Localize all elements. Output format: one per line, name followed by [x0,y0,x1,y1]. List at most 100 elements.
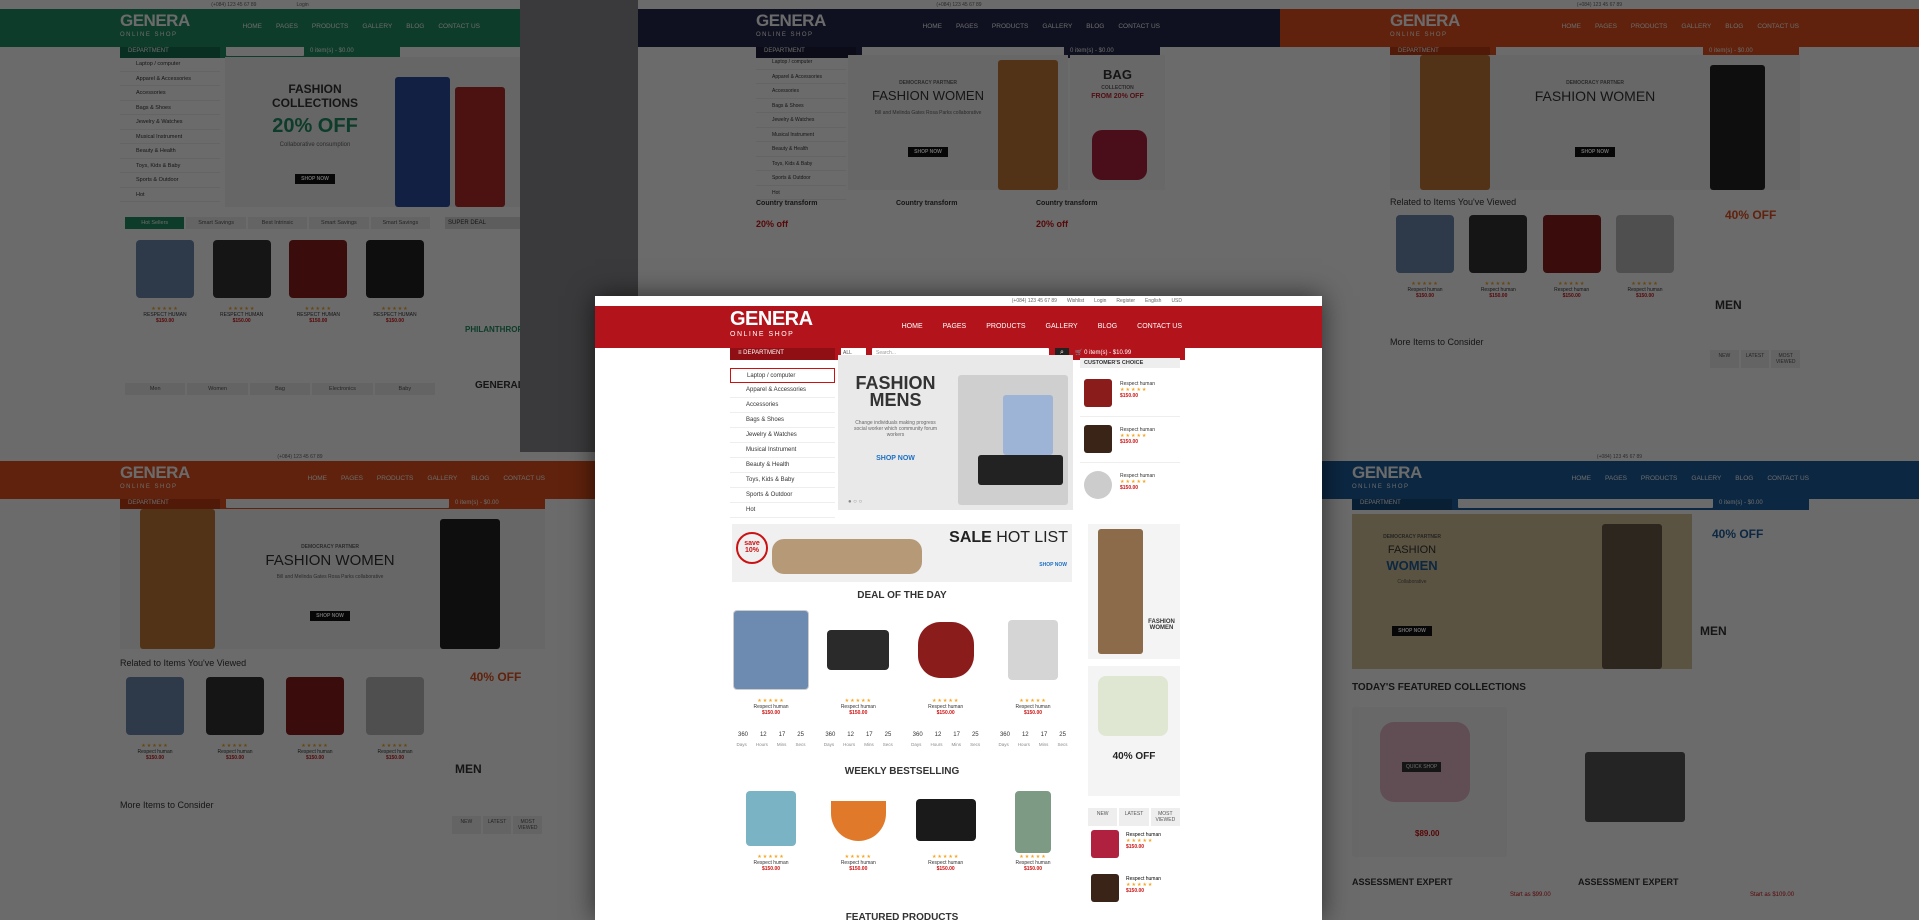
product-card[interactable]: ★★★★★ Respect human $150.00 [1463,215,1533,299]
nav-products[interactable]: PRODUCTS [986,323,1025,330]
nav-contact[interactable]: CONTACT US [1757,23,1799,30]
product-card[interactable]: ★★★★★ RESPECT HUMAN $150.00 [283,240,353,324]
cat-tab[interactable]: Baby [374,383,436,395]
cart-summary[interactable]: 0 item(s) - $0.00 [1070,48,1160,54]
logo[interactable]: GENERA ONLINE SHOP [120,12,190,42]
tab[interactable]: NEW [452,816,481,834]
product-card[interactable]: ★★★★★ Respect human $150.00 [200,677,270,761]
nav-pages[interactable]: PAGES [943,323,967,330]
category-item[interactable]: Bags & Shoes [120,101,220,115]
cart-summary[interactable]: 0 item(s) - $0.00 [455,500,545,506]
product-card[interactable]: ★★★★★ RESPECT HUMAN $150.00 [130,240,200,324]
nav-pages[interactable]: PAGES [956,23,978,30]
category-item[interactable]: Toys, Kids & Baby [756,157,846,171]
nav-blog[interactable]: BLOG [1725,23,1743,30]
category-item[interactable]: Apparel & Accessories [756,70,846,84]
nav-pages[interactable]: PAGES [1595,23,1617,30]
banner-shop-button[interactable]: SHOP NOW [1510,140,1680,158]
hero-banner[interactable]: DEMOCRACY PARTNER FASHION WOMEN Collabor… [1352,514,1692,669]
category-item[interactable]: Bags & Shoes [756,99,846,113]
register-link[interactable]: Register [1116,298,1135,304]
nav-pages[interactable]: PAGES [1605,475,1627,482]
cart-summary[interactable]: 0 item(s) - $0.00 [1719,500,1809,506]
deal-card[interactable]: ★★★★★ Respect human $150.00 [819,610,897,716]
category-item[interactable]: Jewelry & Watches [730,428,835,443]
logo[interactable]: GENERA ONLINE SHOP [1390,12,1460,42]
product-card[interactable]: ★★★★★ RESPECT HUMAN $150.00 [360,240,430,324]
nav-products[interactable]: PRODUCTS [1641,475,1677,482]
logo[interactable]: GENERA ONLINE SHOP [730,309,813,343]
banner-shop-button[interactable]: SHOP NOW [255,167,375,185]
banner-shop-link[interactable]: SHOP NOW [848,455,943,462]
product-card[interactable]: ★★★★★ Respect human $150.00 [120,677,190,761]
category-item[interactable]: Hot [730,503,835,518]
tab[interactable]: Smart Savings [309,217,369,229]
side-product[interactable]: Respect human ★★★★★ $150.00 [1088,824,1180,868]
product-card[interactable]: ★★★★★ RESPECT HUMAN $150.00 [207,240,277,324]
deal-card[interactable]: ★★★★★ Respect human $150.00 [907,610,985,716]
category-item[interactable]: Hot [120,188,220,202]
category-item[interactable]: Beauty & Health [730,458,835,473]
search-input[interactable] [1458,498,1713,508]
nav-pages[interactable]: PAGES [341,475,363,482]
cart-summary[interactable]: 0 item(s) - $0.00 [1709,48,1799,54]
category-item[interactable]: Apparel & Accessories [730,383,835,398]
product-card[interactable]: ★★★★★ Respect human $150.00 [280,677,350,761]
nav-contact[interactable]: CONTACT US [1137,323,1182,330]
sale-shop-link[interactable]: SHOP NOW [982,562,1067,568]
weekly-card[interactable]: ★★★★★ Respect human $150.00 [907,791,985,872]
logo[interactable]: GENERA ONLINE SHOP [120,464,190,494]
category-item[interactable]: Toys, Kids & Baby [730,473,835,488]
cart-summary[interactable]: 🛒 0 item(s) - $10.99 [1075,349,1185,356]
nav-home[interactable]: HOME [1572,475,1592,482]
nav-gallery[interactable]: GALLERY [427,475,457,482]
product-card[interactable]: ★★★★★ Respect human $150.00 [360,677,430,761]
category-item[interactable]: Toys, Kids & Baby [120,159,220,173]
nav-blog[interactable]: BLOG [471,475,489,482]
wishlist-link[interactable]: Wishlist [1067,298,1084,304]
cat-tab[interactable]: Men [125,383,186,395]
login-link[interactable]: Login [1094,298,1106,304]
category-item[interactable]: Sports & Outdoor [730,488,835,503]
nav-gallery[interactable]: GALLERY [1691,475,1721,482]
hero-banner[interactable]: DEMOCRACY PARTNER FASHION WOMEN Bill and… [120,509,545,649]
choice-item[interactable]: Respect human ★★★★★ $150.00 [1080,463,1180,509]
slider-dots[interactable]: ● ○ ○ [848,499,862,505]
hero-banner[interactable]: DEMOCRACY PARTNER FASHION WOMEN SHOP NOW [1390,55,1800,190]
cart-summary[interactable]: 0 item(s) - $0.00 [310,48,400,54]
deal-card[interactable]: ★★★★★ Respect human $150.00 [732,610,810,716]
category-item[interactable]: Beauty & Health [120,144,220,159]
sale-hot-list-banner[interactable]: save 10% SALE HOT LIST SHOP NOW [732,524,1072,582]
category-item[interactable]: Apparel & Accessories [120,72,220,86]
nav-products[interactable]: PRODUCTS [992,23,1028,30]
nav-blog[interactable]: BLOG [1098,323,1117,330]
nav-products[interactable]: PRODUCTS [377,475,413,482]
fashion-mens-banner[interactable]: FASHION MENS Change individuals making pr… [838,355,1073,510]
category-item[interactable]: Beauty & Health [756,142,846,157]
nav-gallery[interactable]: GALLERY [1681,23,1711,30]
currency-select[interactable]: USD [1171,298,1182,304]
category-item[interactable]: Accessories [756,84,846,99]
side-product[interactable]: Respect human ★★★★★ $150.00 [1088,868,1180,912]
nav-blog[interactable]: BLOG [1735,475,1753,482]
tab[interactable]: LATEST [1740,350,1770,368]
category-item[interactable]: Accessories [730,398,835,413]
fashion-women-side-banner[interactable]: FASHION WOMEN [1088,524,1180,659]
category-item[interactable]: Bags & Shoes [730,413,835,428]
nav-blog[interactable]: BLOG [406,23,424,30]
weekly-card[interactable]: ★★★★★ Respect human $150.00 [819,791,897,872]
nav-contact[interactable]: CONTACT US [438,23,480,30]
tab[interactable]: MOST VIEWED [513,816,543,834]
promo-card[interactable]: Country transform 20% off [1036,200,1166,229]
nav-home[interactable]: HOME [308,475,328,482]
category-item[interactable]: Jewelry & Watches [756,113,846,128]
choice-item[interactable]: Respect human ★★★★★ $150.00 [1080,417,1180,463]
banner-shop-button[interactable]: SHOP NOW [1362,619,1462,637]
search-input[interactable] [226,46,304,56]
nav-gallery[interactable]: GALLERY [362,23,392,30]
tab[interactable]: Smart Savings [186,217,246,229]
search-input[interactable] [226,498,449,508]
choice-item[interactable]: Respect human ★★★★★ $150.00 [1080,371,1180,417]
tab[interactable]: Best Intrinsic [247,217,308,229]
nav-products[interactable]: PRODUCTS [312,23,348,30]
